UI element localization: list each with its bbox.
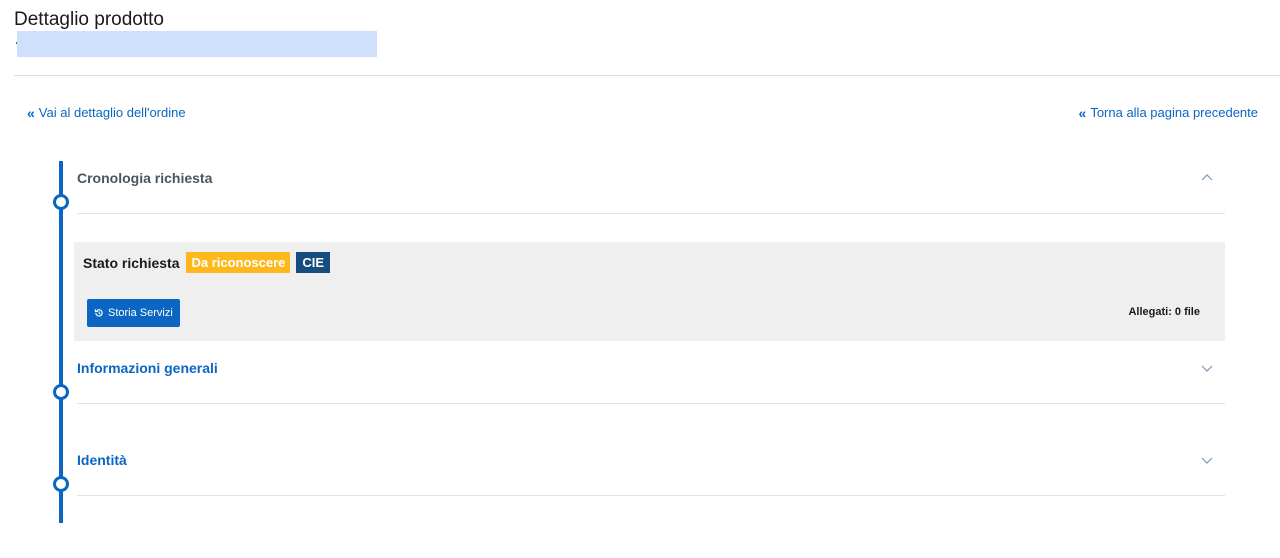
section-divider bbox=[77, 495, 1225, 496]
timeline-dot bbox=[53, 384, 69, 400]
timeline-line bbox=[59, 161, 63, 523]
section-divider bbox=[77, 403, 1225, 404]
double-chevron-left-icon: « bbox=[1078, 104, 1087, 121]
header-divider bbox=[14, 75, 1280, 76]
section-label-informazioni: Informazioni generali bbox=[77, 360, 218, 376]
double-chevron-left-icon: « bbox=[27, 104, 35, 121]
redacted-subtitle bbox=[17, 31, 377, 57]
order-detail-link[interactable]: « Vai al dettaglio dell'ordine bbox=[27, 105, 186, 120]
status-badge: Da riconoscere bbox=[186, 252, 291, 273]
history-icon bbox=[94, 309, 103, 317]
back-link-label: Torna alla pagina precedente bbox=[1090, 105, 1258, 120]
section-divider bbox=[77, 213, 1225, 214]
storia-servizi-button[interactable]: Storia Servizi bbox=[87, 299, 180, 327]
timeline-dot bbox=[53, 194, 69, 210]
section-header-identita[interactable]: Identità bbox=[77, 452, 1225, 468]
chevron-down-icon bbox=[1201, 365, 1213, 372]
back-link[interactable]: « Torna alla pagina precedente bbox=[1079, 105, 1258, 120]
chevron-down-icon bbox=[1201, 457, 1213, 464]
type-badge: CIE bbox=[296, 252, 331, 273]
order-detail-link-label: Vai al dettaglio dell'ordine bbox=[38, 105, 186, 120]
section-label-identita: Identità bbox=[77, 452, 127, 468]
storia-servizi-label: Storia Servizi bbox=[108, 307, 173, 319]
status-row: Stato richiesta Da riconoscere CIE bbox=[83, 252, 331, 273]
section-header-informazioni[interactable]: Informazioni generali bbox=[77, 360, 1225, 376]
status-label: Stato richiesta bbox=[83, 254, 180, 271]
timeline-dot bbox=[53, 476, 69, 492]
section-header-cronologia[interactable]: Cronologia richiesta bbox=[77, 170, 1225, 186]
chevron-up-icon bbox=[1201, 174, 1213, 181]
page-title: Dettaglio prodotto bbox=[14, 9, 164, 30]
attachments-count: Allegati: 0 file bbox=[1128, 306, 1200, 318]
section-label-cronologia: Cronologia richiesta bbox=[77, 170, 213, 186]
status-panel: Stato richiesta Da riconoscere CIE Stori… bbox=[74, 242, 1225, 341]
